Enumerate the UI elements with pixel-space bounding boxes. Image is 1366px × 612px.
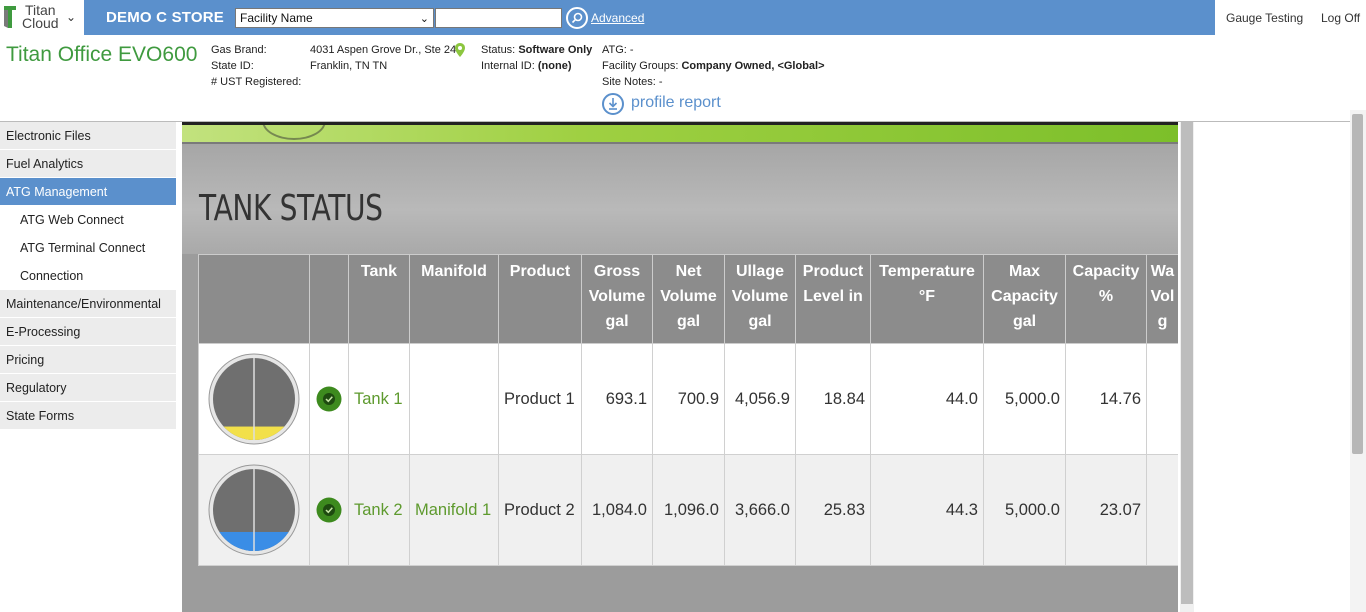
ullage-volume-cell: 4,056.9: [724, 343, 796, 455]
site-notes-field: Site Notes: -: [602, 76, 663, 88]
column-header[interactable]: Product Level in: [795, 254, 871, 344]
titan-cloud-logo-icon: [4, 6, 16, 28]
column-header[interactable]: Max Capacity gal: [983, 254, 1066, 344]
gross-volume-cell: 1,084.0: [581, 454, 653, 566]
search-input[interactable]: [435, 8, 562, 28]
status-cell: [309, 343, 349, 455]
column-header[interactable]: Wa Vol g: [1146, 254, 1178, 344]
tank-level-gauge-icon: [208, 464, 300, 556]
column-header[interactable]: Ullage Volume gal: [724, 254, 796, 344]
sidebar-item-maintenance-environmental[interactable]: Maintenance/Environmental: [0, 290, 176, 318]
chevron-down-icon: ⌄: [419, 13, 429, 25]
gross-volume-cell: 693.1: [581, 343, 653, 455]
column-header[interactable]: [309, 254, 349, 344]
max-capacity-cell: 5,000.0: [983, 343, 1066, 455]
sidebar-item-connection[interactable]: Connection: [0, 262, 176, 290]
manifold-link[interactable]: [409, 343, 499, 455]
column-header[interactable]: Gross Volume gal: [581, 254, 653, 344]
address-line-2: Franklin, TN TN: [310, 60, 388, 72]
status-ok-icon: [316, 386, 342, 412]
status-field: Status: Software Only: [481, 44, 593, 56]
manifold-link[interactable]: Manifold 1: [409, 454, 499, 566]
sidebar-item-regulatory[interactable]: Regulatory: [0, 374, 176, 402]
sidebar-item-fuel-analytics[interactable]: Fuel Analytics: [0, 150, 176, 178]
tank-status-title: TANK STATUS: [199, 188, 383, 229]
sidebar: Electronic Files Fuel Analytics ATG Manage…: [0, 122, 176, 430]
facility-select[interactable]: Facility Name ⌄: [235, 8, 434, 28]
app-logo-menu[interactable]: Titan Cloud ⌄: [0, 0, 84, 35]
atg-field: ATG: -: [602, 44, 634, 56]
site-name: Titan Office EVO600: [6, 43, 198, 66]
download-icon: [602, 93, 624, 115]
gauge-testing-link[interactable]: Gauge Testing: [1226, 11, 1303, 25]
status-ok-icon: [316, 497, 342, 523]
top-bar: Titan Cloud ⌄ DEMO C STORE Facility Name…: [0, 0, 1366, 35]
internal-id-field: Internal ID: (none): [481, 60, 572, 72]
log-off-link[interactable]: Log Off: [1321, 11, 1360, 25]
sidebar-item-state-forms[interactable]: State Forms: [0, 402, 176, 430]
gas-brand-label: Gas Brand:: [211, 44, 267, 56]
water-volume-cell: [1146, 343, 1178, 455]
max-capacity-cell: 5,000.0: [983, 454, 1066, 566]
tank-link[interactable]: Tank 2: [348, 454, 410, 566]
gauge-cell[interactable]: [198, 454, 310, 566]
temperature-cell: 44.0: [870, 343, 984, 455]
column-header[interactable]: Capacity %: [1065, 254, 1147, 344]
column-header[interactable]: Product: [498, 254, 582, 344]
search-icon: [571, 12, 583, 24]
product-level-cell: 25.83: [795, 454, 871, 566]
sidebar-item-electronic-files[interactable]: Electronic Files: [0, 122, 176, 150]
tank-level-gauge-icon: [208, 353, 300, 445]
search-button[interactable]: [566, 7, 588, 29]
store-name: DEMO C STORE: [106, 9, 224, 26]
net-volume-cell: 1,096.0: [652, 454, 725, 566]
banner-image: [182, 122, 1178, 144]
capacity-percent-cell: 23.07: [1065, 454, 1147, 566]
tank-status-table: Tank Manifold Product Gross Volume gal Net V…: [198, 254, 1178, 566]
profile-report-label: profile report: [631, 94, 721, 111]
table-row: Tank 1 Product 1 693.1 700.9 4,056.9 18.84 44.…: [198, 343, 1178, 455]
column-header[interactable]: [198, 254, 310, 344]
map-pin-icon[interactable]: [455, 43, 465, 57]
ullage-volume-cell: 3,666.0: [724, 454, 796, 566]
water-volume-cell: [1146, 454, 1178, 566]
status-cell: [309, 454, 349, 566]
product-level-cell: 18.84: [795, 343, 871, 455]
product-cell: Product 1: [498, 343, 582, 455]
user-menu: Gauge Testing Log Off: [1215, 0, 1366, 35]
logo-text: Titan Cloud: [22, 2, 59, 31]
chevron-down-icon[interactable]: ⌄: [66, 10, 76, 24]
facility-groups-field: Facility Groups: Company Owned, <Global>: [602, 60, 825, 72]
sidebar-item-e-processing[interactable]: E-Processing: [0, 318, 176, 346]
temperature-cell: 44.3: [870, 454, 984, 566]
net-volume-cell: 700.9: [652, 343, 725, 455]
sidebar-item-atg-management[interactable]: ATG Management: [0, 178, 176, 206]
sidebar-item-atg-terminal-connect[interactable]: ATG Terminal Connect: [0, 234, 176, 262]
page-scrollbar-thumb[interactable]: [1352, 114, 1363, 454]
column-header[interactable]: Manifold: [409, 254, 499, 344]
advanced-search-link[interactable]: Advanced: [591, 11, 644, 25]
column-header[interactable]: Temperature °F: [870, 254, 984, 344]
capacity-percent-cell: 14.76: [1065, 343, 1147, 455]
column-header[interactable]: Net Volume gal: [652, 254, 725, 344]
address-line-1: 4031 Aspen Grove Dr., Ste 240: [310, 44, 463, 56]
product-cell: Product 2: [498, 454, 582, 566]
column-header[interactable]: Tank: [348, 254, 410, 344]
sidebar-item-atg-web-connect[interactable]: ATG Web Connect: [0, 206, 176, 234]
table-row: Tank 2 Manifold 1 Product 2 1,084.0 1,096.0 3…: [198, 454, 1178, 566]
state-id-label: State ID:: [211, 60, 254, 72]
panel-scrollbar-thumb[interactable]: [1181, 122, 1193, 604]
gauge-cell[interactable]: [198, 343, 310, 455]
tank-link[interactable]: Tank 1: [348, 343, 410, 455]
table-header-row: Tank Manifold Product Gross Volume gal Net V…: [198, 254, 1178, 344]
ust-registered-label: # UST Registered:: [211, 76, 302, 88]
tank-status-panel: TANK STATUS Tank Manifold Product Gross Vol…: [182, 122, 1178, 612]
sidebar-item-pricing[interactable]: Pricing: [0, 346, 176, 374]
